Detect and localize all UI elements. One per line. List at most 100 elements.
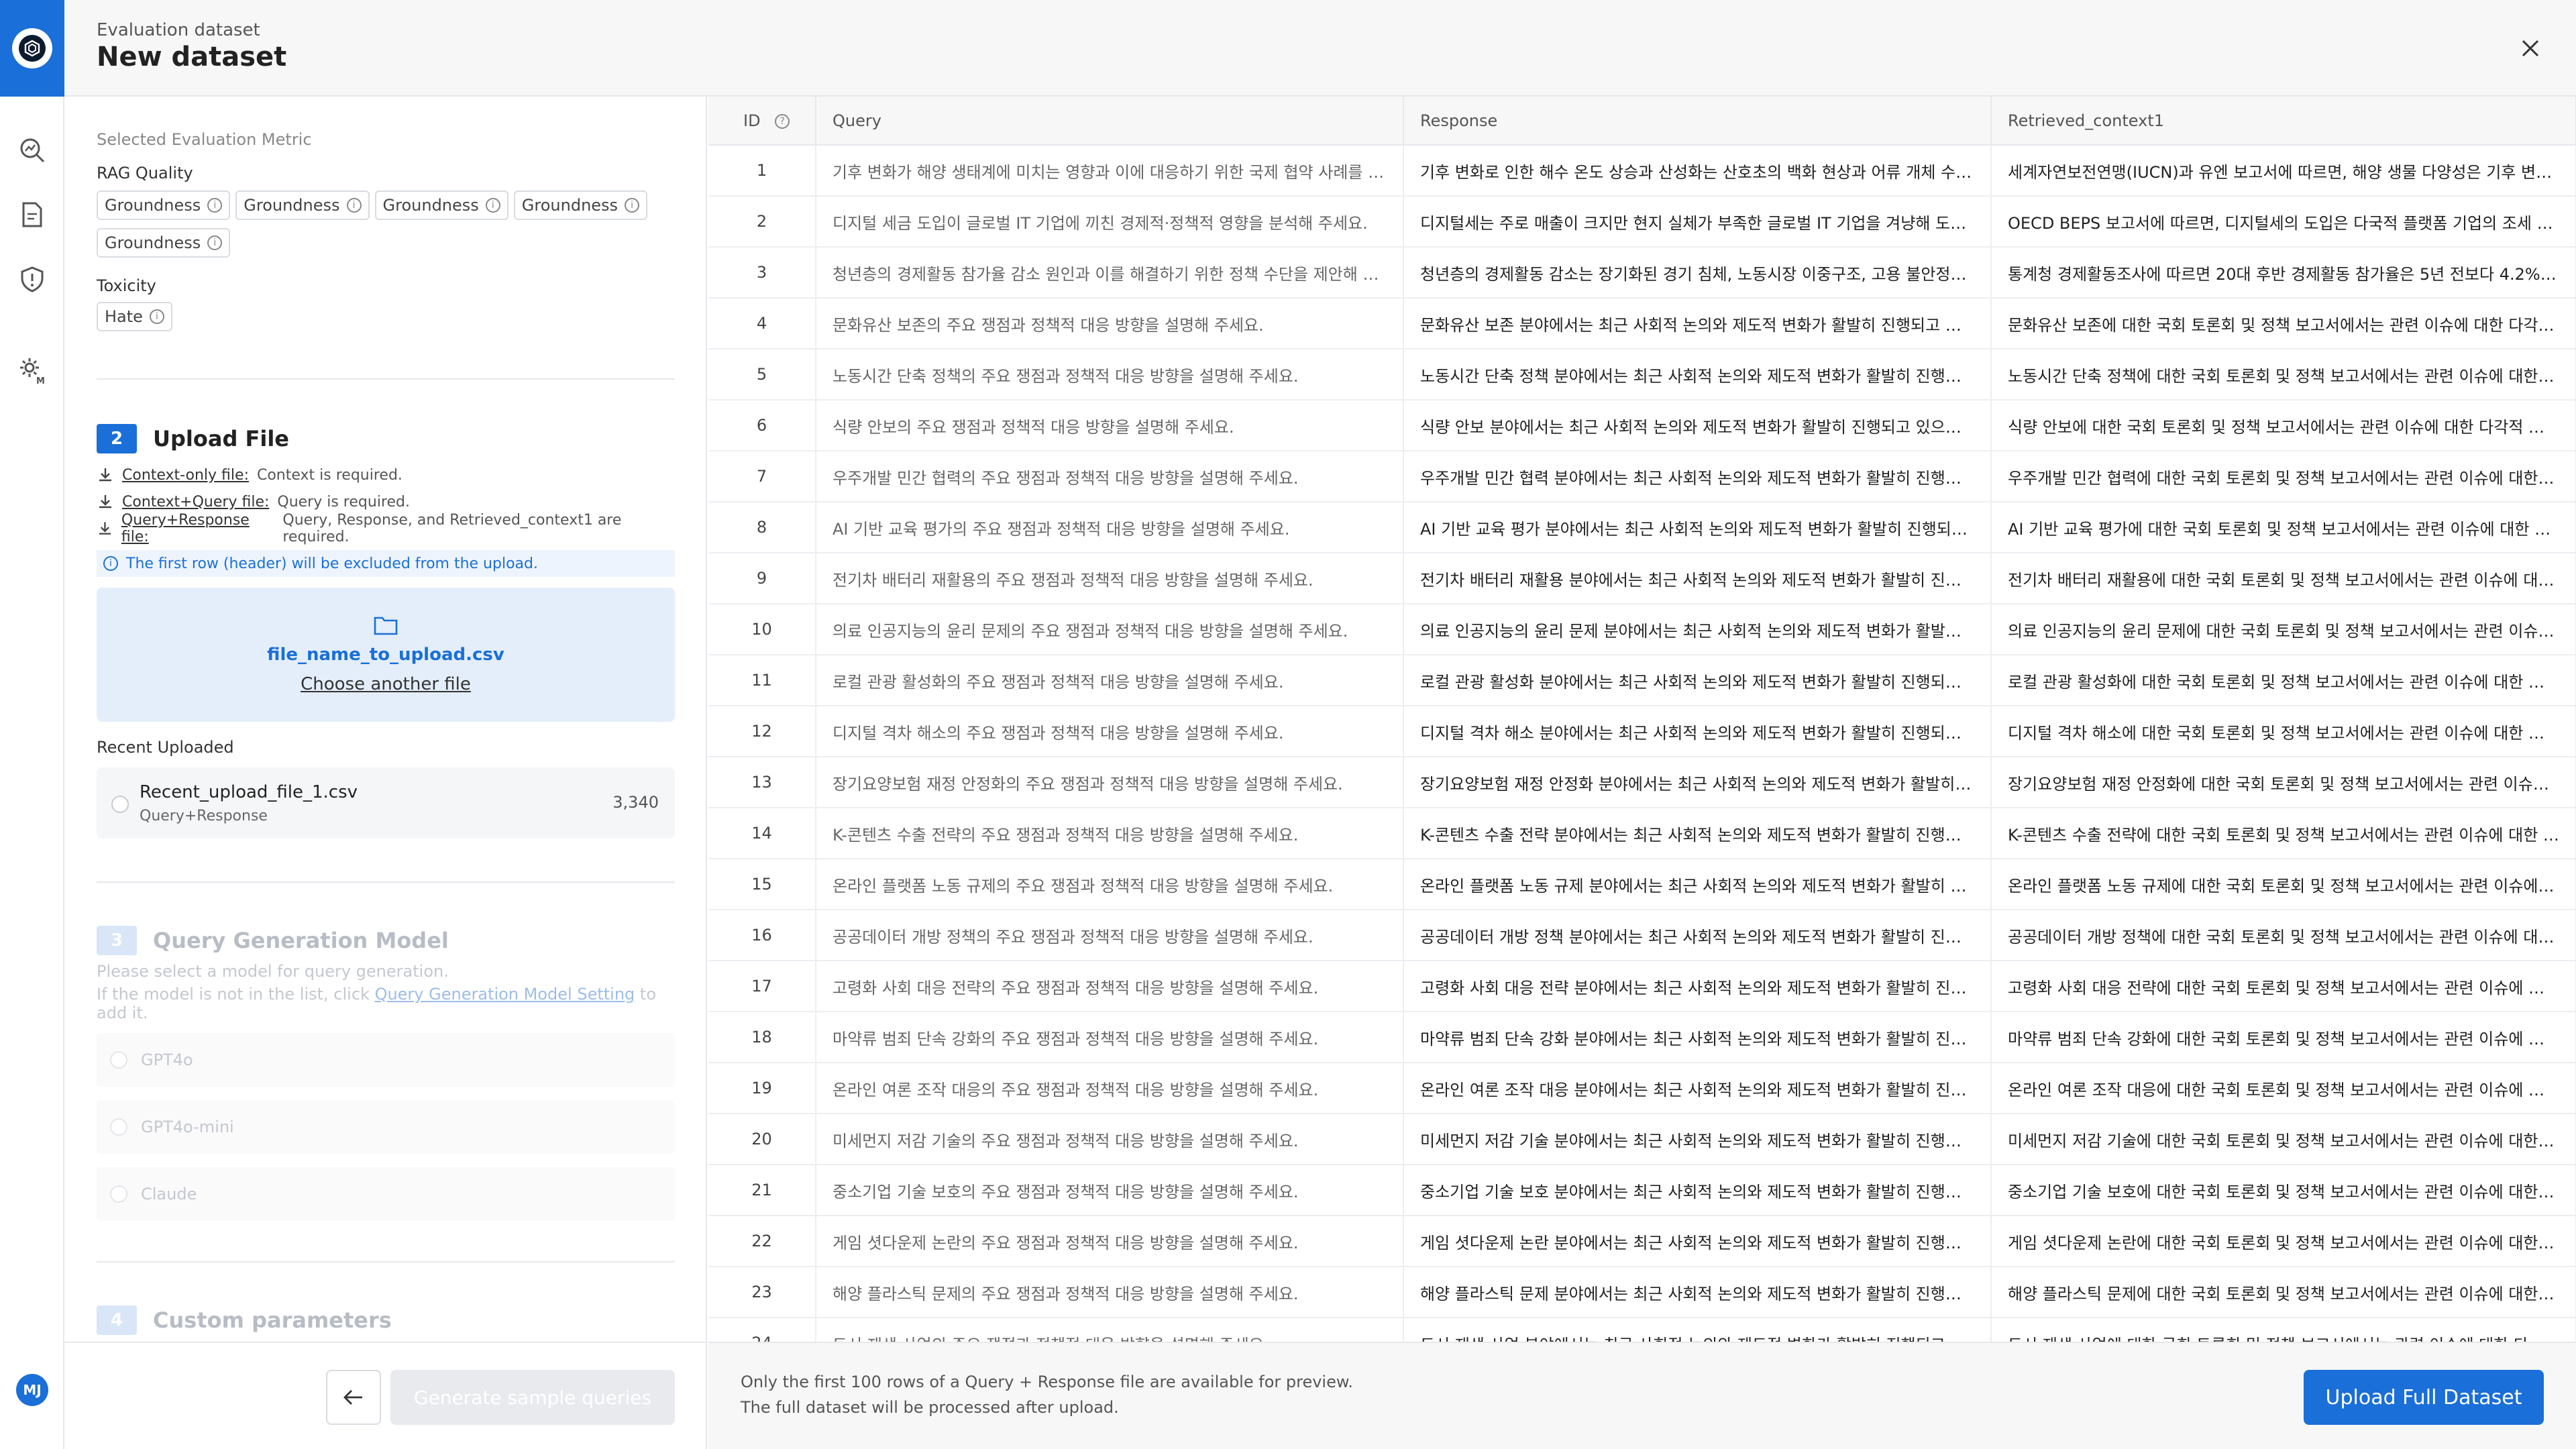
table-row[interactable]: 16 공공데이터 개방 정책의 주요 쟁점과 정책적 대응 방향을 설명해 주세요…: [708, 910, 2576, 961]
cell-id: 11: [708, 655, 816, 706]
metric-chip: Groundness i: [374, 191, 508, 220]
file-type-name[interactable]: Context+Query file:: [122, 494, 269, 511]
cell-response: 온라인 여론 조작 대응 분야에서는 최근 사회적 논의와 제도적 변화가 활발…: [1403, 1063, 1992, 1114]
cell-query: 미세먼지 저감 기술의 주요 쟁점과 정책적 대응 방향을 설명해 주세요.: [816, 1114, 1404, 1165]
table-row[interactable]: 15 온라인 플랫폼 노동 규제의 주요 쟁점과 정책적 대응 방향을 설명해 주…: [708, 859, 2576, 910]
table-row[interactable]: 13 장기요양보험 재정 안정화의 주요 쟁점과 정책적 대응 방향을 설명해 주…: [708, 757, 2576, 808]
upload-full-dataset-button[interactable]: Upload Full Dataset: [2304, 1370, 2544, 1425]
column-header-id: ID ?: [708, 97, 816, 146]
table-row[interactable]: 7 우주개발 민간 협력의 주요 쟁점과 정책적 대응 방향을 설명해 주세요. 우…: [708, 451, 2576, 502]
table-row[interactable]: 1 기후 변화가 해양 생태계에 미치는 영향과 이에 대응하기 위한 국제 협약…: [708, 145, 2576, 197]
cell-retrieved-context: 세계자연보전연맹(IUCN)과 유엔 보고서에 따르면, 해양 생물 다양성은 …: [1991, 145, 2576, 197]
cell-query: 우주개발 민간 협력의 주요 쟁점과 정책적 대응 방향을 설명해 주세요.: [816, 451, 1404, 502]
file-type-item[interactable]: Context-only file: Context is required.: [97, 462, 675, 488]
file-type-name[interactable]: Context-only file:: [122, 467, 249, 484]
choose-another-file-link[interactable]: Choose another file: [301, 674, 471, 694]
cell-id: 7: [708, 451, 816, 502]
info-icon: i: [103, 556, 118, 571]
cell-retrieved-context: 마약류 범죄 단속 강화에 대한 국회 토론회 및 정책 보고서에서는 관련 이…: [1991, 1012, 2576, 1063]
recent-file-radio[interactable]: [111, 796, 129, 813]
info-icon[interactable]: i: [149, 309, 164, 324]
info-icon[interactable]: i: [346, 198, 362, 213]
table-row[interactable]: 4 문화유산 보존의 주요 쟁점과 정책적 대응 방향을 설명해 주세요. 문화유산…: [708, 298, 2576, 350]
file-type-name[interactable]: Query+Response file:: [121, 512, 275, 545]
query-gen-model-setting-link[interactable]: Query Generation Model Setting: [375, 985, 635, 1004]
close-button[interactable]: [2512, 30, 2549, 67]
info-icon[interactable]: i: [485, 198, 500, 213]
table-row[interactable]: 22 게임 셧다운제 논란의 주요 쟁점과 정책적 대응 방향을 설명해 주세요.…: [708, 1216, 2576, 1267]
table-row[interactable]: 18 마약류 범죄 단속 강화의 주요 쟁점과 정책적 대응 방향을 설명해 주세…: [708, 1012, 2576, 1063]
table-row[interactable]: 8 AI 기반 교육 평가의 주요 쟁점과 정책적 대응 방향을 설명해 주세요.…: [708, 502, 2576, 553]
cell-response: 게임 셧다운제 논란 분야에서는 최근 사회적 논의와 제도적 변화가 활발히 …: [1403, 1216, 1992, 1267]
upload-step-title: Upload File: [153, 426, 289, 451]
cell-retrieved-context: 우주개발 민간 협력에 대한 국회 토론회 및 정책 보고서에서는 관련 이슈에…: [1991, 451, 2576, 502]
model-option[interactable]: Claude: [97, 1167, 675, 1221]
cell-response: K-콘텐츠 수출 전략 분야에서는 최근 사회적 논의와 제도적 변화가 활발히…: [1403, 808, 1992, 859]
cell-response: 고령화 사회 대응 전략 분야에서는 최근 사회적 논의와 제도적 변화가 활발…: [1403, 961, 1992, 1012]
info-icon[interactable]: i: [625, 198, 640, 213]
preview-note: The full dataset will be processed after…: [741, 1398, 1119, 1417]
cell-retrieved-context: 미세먼지 저감 기술에 대한 국회 토론회 및 정책 보고서에서는 관련 이슈에…: [1991, 1114, 2576, 1165]
cell-query: 전기차 배터리 재활용의 주요 쟁점과 정책적 대응 방향을 설명해 주세요.: [816, 553, 1404, 604]
cell-response: 디지털 격차 해소 분야에서는 최근 사회적 논의와 제도적 변화가 활발히 진…: [1403, 706, 1992, 757]
table-row[interactable]: 5 노동시간 단축 정책의 주요 쟁점과 정책적 대응 방향을 설명해 주세요. 노…: [708, 349, 2576, 400]
table-row[interactable]: 6 식량 안보의 주요 쟁점과 정책적 대응 방향을 설명해 주세요. 식량 안보 …: [708, 400, 2576, 451]
model-label: Claude: [141, 1185, 197, 1203]
info-icon[interactable]: i: [207, 235, 223, 250]
table-row[interactable]: 14 K-콘텐츠 수출 전략의 주요 쟁점과 정책적 대응 방향을 설명해 주세요…: [708, 808, 2576, 859]
file-type-item[interactable]: Query+Response file: Query, Response, an…: [97, 512, 675, 545]
preview-footer: Only the first 100 rows of a Query + Res…: [708, 1342, 2576, 1449]
download-icon: [99, 468, 111, 482]
dataset-icon[interactable]: [16, 199, 48, 231]
table-row[interactable]: 11 로컬 관광 활성화의 주요 쟁점과 정책적 대응 방향을 설명해 주세요. 로…: [708, 655, 2576, 706]
help-icon[interactable]: ?: [775, 113, 790, 129]
table-row[interactable]: 24도시 재생 사업의 주요 쟁점과 정책적 대응 방향을 설명해 주세요.도시…: [708, 1318, 2576, 1342]
cell-query: 노동시간 단축 정책의 주요 쟁점과 정책적 대응 방향을 설명해 주세요.: [816, 349, 1404, 400]
analytics-icon[interactable]: [16, 134, 48, 166]
cell-id: 15: [708, 859, 816, 910]
cell-retrieved-context: 온라인 플랫폼 노동 규제에 대한 국회 토론회 및 정책 보고서에서는 관련 …: [1991, 859, 2576, 910]
recent-file-type: Query+Response: [140, 808, 268, 824]
cell-id: 14: [708, 808, 816, 859]
table-row[interactable]: 20 미세먼지 저감 기술의 주요 쟁점과 정책적 대응 방향을 설명해 주세요.…: [708, 1114, 2576, 1165]
shield-icon[interactable]: [16, 263, 48, 295]
model-radio[interactable]: [110, 1118, 127, 1136]
cell-retrieved-context: 로컬 관광 활성화에 대한 국회 토론회 및 정책 보고서에서는 관련 이슈에 …: [1991, 655, 2576, 706]
table-row[interactable]: 19 온라인 여론 조작 대응의 주요 쟁점과 정책적 대응 방향을 설명해 주세…: [708, 1063, 2576, 1114]
cell-query: 의료 인공지능의 윤리 문제의 주요 쟁점과 정책적 대응 방향을 설명해 주세…: [816, 604, 1404, 655]
model-option[interactable]: GPT4o-mini: [97, 1100, 675, 1154]
table-row[interactable]: 10 의료 인공지능의 윤리 문제의 주요 쟁점과 정책적 대응 방향을 설명해 …: [708, 604, 2576, 655]
model-radio[interactable]: [110, 1051, 127, 1069]
model-settings-icon[interactable]: M: [16, 354, 48, 386]
model-option[interactable]: GPT4o: [97, 1033, 675, 1087]
file-type-item[interactable]: Context+Query file: Query is required.: [97, 488, 675, 515]
setup-footer: Generate sample queries: [64, 1342, 706, 1449]
cell-query: 문화유산 보존의 주요 쟁점과 정책적 대응 방향을 설명해 주세요.: [816, 298, 1404, 350]
table-row[interactable]: 17 고령화 사회 대응 전략의 주요 쟁점과 정책적 대응 방향을 설명해 주세…: [708, 961, 2576, 1012]
column-header-query: Query: [816, 97, 1404, 146]
cell-retrieved-context: 온라인 여론 조작 대응에 대한 국회 토론회 및 정책 보고서에서는 관련 이…: [1991, 1063, 2576, 1114]
recent-file-item[interactable]: Recent_upload_file_1.csv Query+Response …: [97, 767, 675, 839]
cell-id: 21: [708, 1165, 816, 1216]
app-logo[interactable]: [0, 0, 64, 97]
table-row[interactable]: 23 해양 플라스틱 문제의 주요 쟁점과 정책적 대응 방향을 설명해 주세요.…: [708, 1267, 2576, 1318]
table-row[interactable]: 12 디지털 격차 해소의 주요 쟁점과 정책적 대응 방향을 설명해 주세요. 디…: [708, 706, 2576, 757]
info-icon[interactable]: i: [207, 198, 223, 213]
model-radio[interactable]: [110, 1185, 127, 1203]
column-header-retrieved-context: Retrieved_context1: [1991, 97, 2576, 146]
table-row[interactable]: 9 전기차 배터리 재활용의 주요 쟁점과 정책적 대응 방향을 설명해 주세요.…: [708, 553, 2576, 604]
cell-query: 중소기업 기술 보호의 주요 쟁점과 정책적 대응 방향을 설명해 주세요.: [816, 1165, 1404, 1216]
user-avatar[interactable]: MJ: [16, 1374, 48, 1406]
back-button[interactable]: [326, 1370, 381, 1425]
table-row[interactable]: 2 디지털 세금 도입이 글로벌 IT 기업에 끼친 경제적·정책적 영향을 분석…: [708, 196, 2576, 248]
cell-query: 마약류 범죄 단속 강화의 주요 쟁점과 정책적 대응 방향을 설명해 주세요.: [816, 1012, 1404, 1063]
cell-response: 온라인 플랫폼 노동 규제 분야에서는 최근 사회적 논의와 제도적 변화가 활…: [1403, 859, 1992, 910]
cell-retrieved-context: 디지털 격차 해소에 대한 국회 토론회 및 정책 보고서에서는 관련 이슈에 …: [1991, 706, 2576, 757]
cell-response: 중소기업 기술 보호 분야에서는 최근 사회적 논의와 제도적 변화가 활발히 …: [1403, 1165, 1992, 1216]
table-row[interactable]: 21 중소기업 기술 보호의 주요 쟁점과 정책적 대응 방향을 설명해 주세요.…: [708, 1165, 2576, 1216]
upload-step-header: 2 Upload File: [97, 424, 289, 453]
file-drop-zone[interactable]: file_name_to_upload.csv Choose another f…: [97, 588, 675, 722]
cell-id: 22: [708, 1216, 816, 1267]
generate-sample-queries-button[interactable]: Generate sample queries: [390, 1370, 675, 1425]
table-row[interactable]: 3 청년층의 경제활동 참가율 감소 원인과 이를 해결하기 위한 정책 수단을 …: [708, 247, 2576, 299]
